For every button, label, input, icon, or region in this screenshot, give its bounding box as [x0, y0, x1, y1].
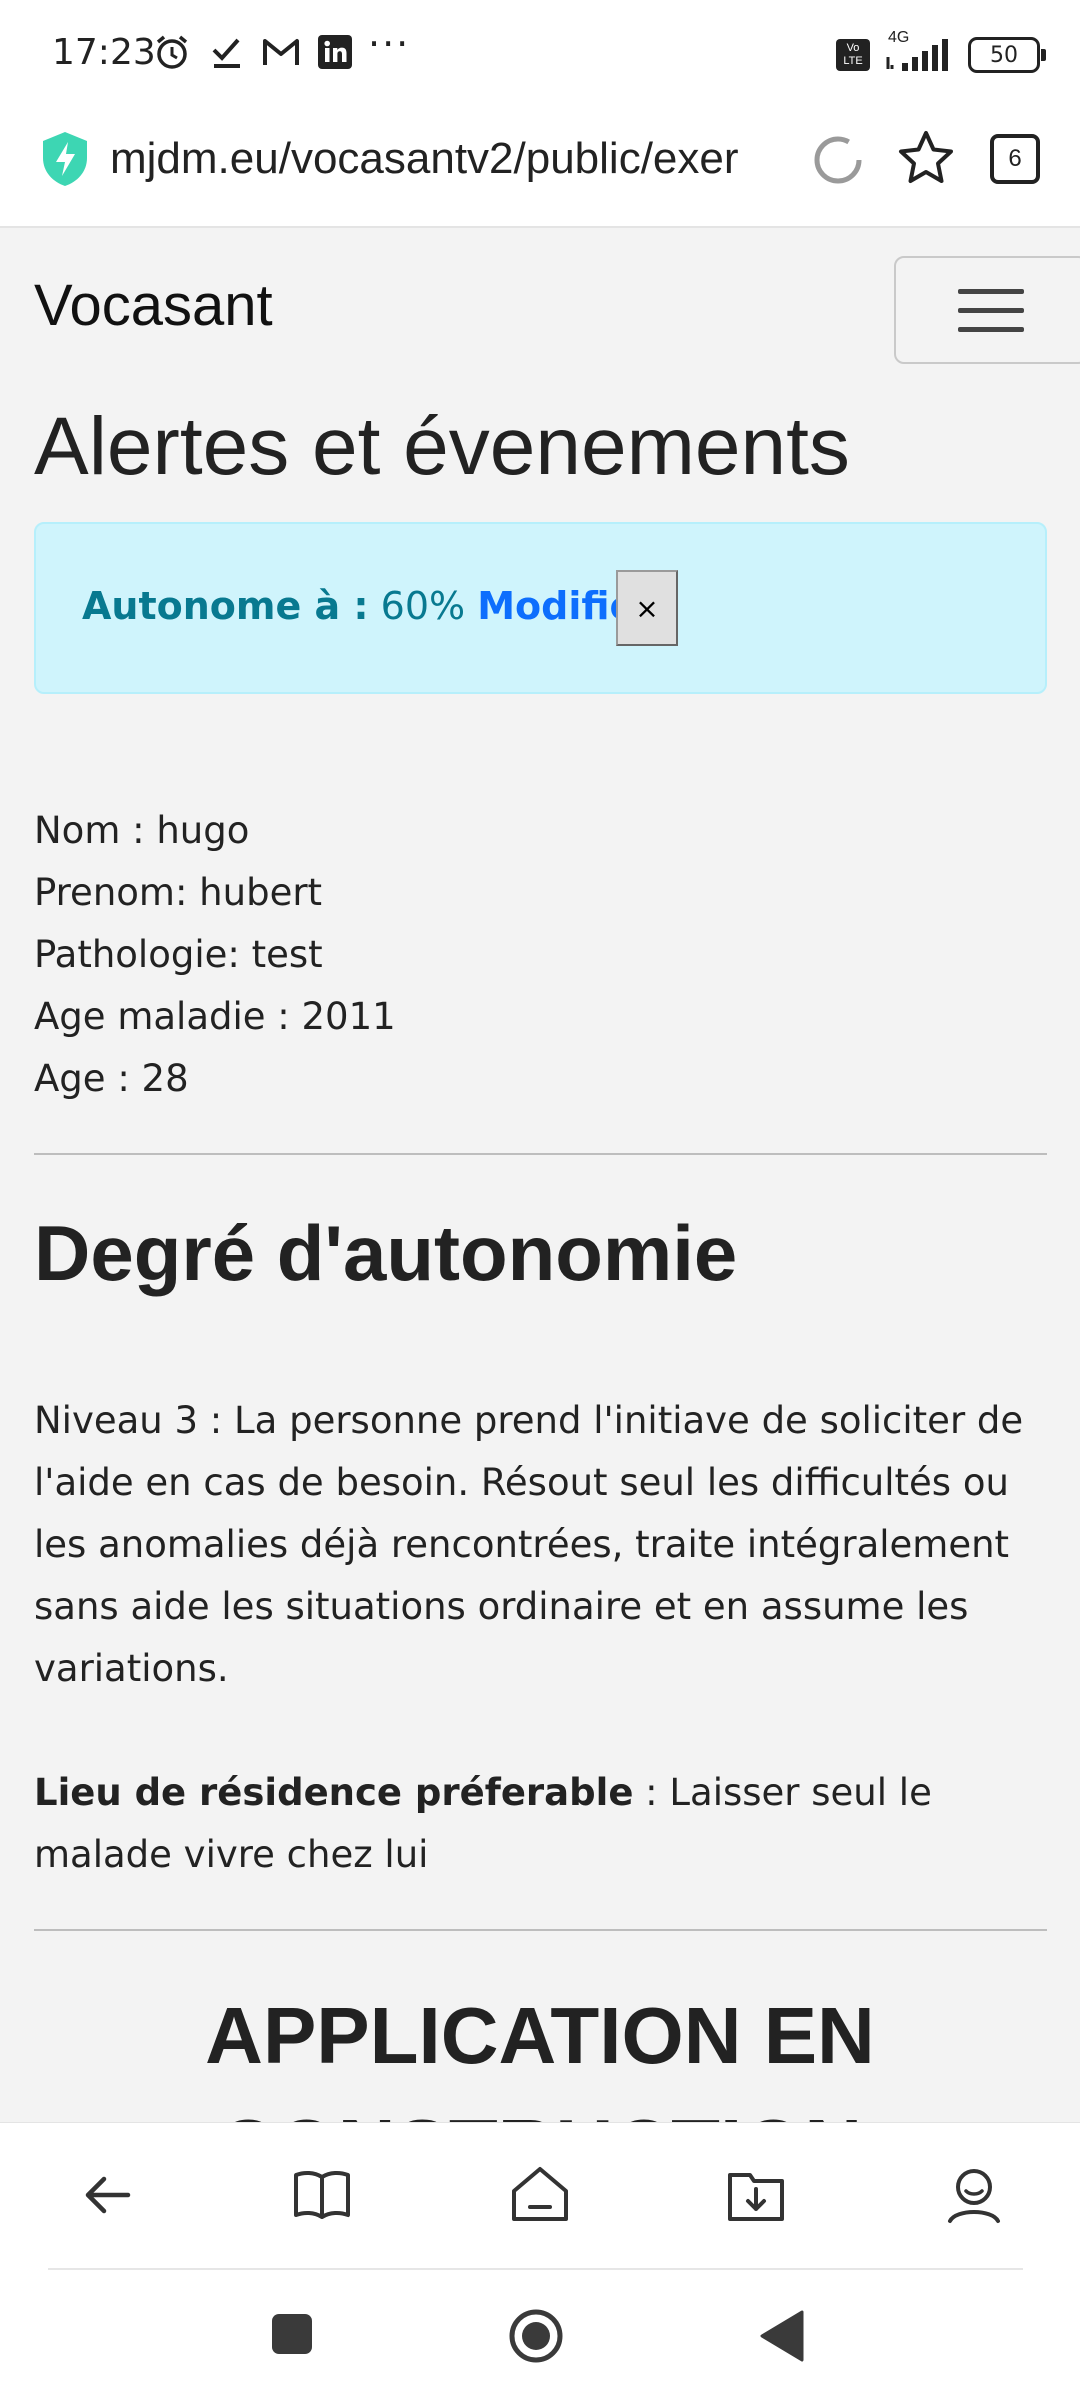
system-nav-bar: [0, 2270, 1080, 2400]
patient-age-maladie: Age maladie : 2011: [34, 995, 396, 1038]
autonomy-section-title: Degré d'autonomie: [34, 1209, 738, 1297]
book-icon[interactable]: [290, 2163, 354, 2227]
patient-prenom: Prenom: hubert: [34, 871, 323, 914]
battery-icon: 50: [968, 37, 1046, 73]
reload-icon[interactable]: [810, 130, 866, 190]
alert-close-button[interactable]: ×: [616, 570, 678, 646]
status-time: 17:23: [52, 32, 156, 73]
status-notification-icons: [152, 30, 352, 74]
hamburger-icon-line: [958, 288, 1024, 294]
page-title: Alertes et évenements: [34, 401, 850, 492]
linkedin-icon: [318, 35, 352, 69]
browser-bottom-bar: [0, 2122, 1080, 2271]
alarm-icon: [156, 35, 188, 69]
autonomy-level-text: Niveau 3 : La personne prend l'initiave …: [34, 1399, 1024, 1690]
tab-count-button[interactable]: 6: [990, 134, 1040, 184]
more-notifications-icon: ···: [368, 22, 411, 66]
bookmark-star-icon[interactable]: [896, 128, 956, 188]
secure-shield-icon[interactable]: [40, 130, 90, 188]
signal-icon: 4G: [884, 29, 954, 75]
autonomy-alert: Autonome à : 60% Modifier ×: [34, 522, 1047, 694]
alert-label: Autonome à :: [82, 584, 369, 628]
back-icon[interactable]: [758, 2310, 804, 2362]
menu-toggle-button[interactable]: [894, 256, 1080, 364]
profile-icon[interactable]: [942, 2163, 1006, 2227]
browser-url-bar: mjdm.eu/vocasantv2/public/exer 6: [0, 110, 1080, 228]
divider: [34, 1153, 1047, 1155]
gmail-icon: [263, 39, 299, 65]
download-folder-icon[interactable]: [724, 2163, 788, 2227]
recents-icon[interactable]: [270, 2312, 314, 2356]
home-icon[interactable]: [508, 2163, 572, 2227]
residence-text: Lieu de résidence préferable : Laisser s…: [34, 1762, 1054, 1886]
url-text[interactable]: mjdm.eu/vocasantv2/public/exer: [110, 134, 790, 184]
patient-pathologie: Pathologie: test: [34, 933, 323, 976]
hamburger-icon-line: [958, 307, 1024, 313]
patient-age: Age : 28: [34, 1057, 189, 1100]
alert-text: Autonome à : 60% Modifier: [82, 584, 654, 628]
patient-info: Nom : hugo Prenom: hubert Pathologie: te…: [34, 800, 396, 1110]
volte-icon: Vo LTE: [836, 39, 870, 71]
status-bar: 17:23 ··· Vo LTE 4G 50: [0, 0, 1080, 110]
back-icon[interactable]: [76, 2163, 140, 2227]
task-check-icon: [212, 38, 240, 68]
home-icon[interactable]: [508, 2308, 564, 2364]
residence-label: Lieu de résidence préferable: [34, 1771, 634, 1814]
alert-value: 60%: [380, 584, 466, 628]
patient-nom: Nom : hugo: [34, 809, 250, 852]
hamburger-icon-line: [958, 326, 1024, 332]
divider: [34, 1929, 1047, 1931]
site-brand[interactable]: Vocasant: [34, 272, 273, 339]
status-system-icons: Vo LTE 4G 50: [836, 29, 1046, 80]
